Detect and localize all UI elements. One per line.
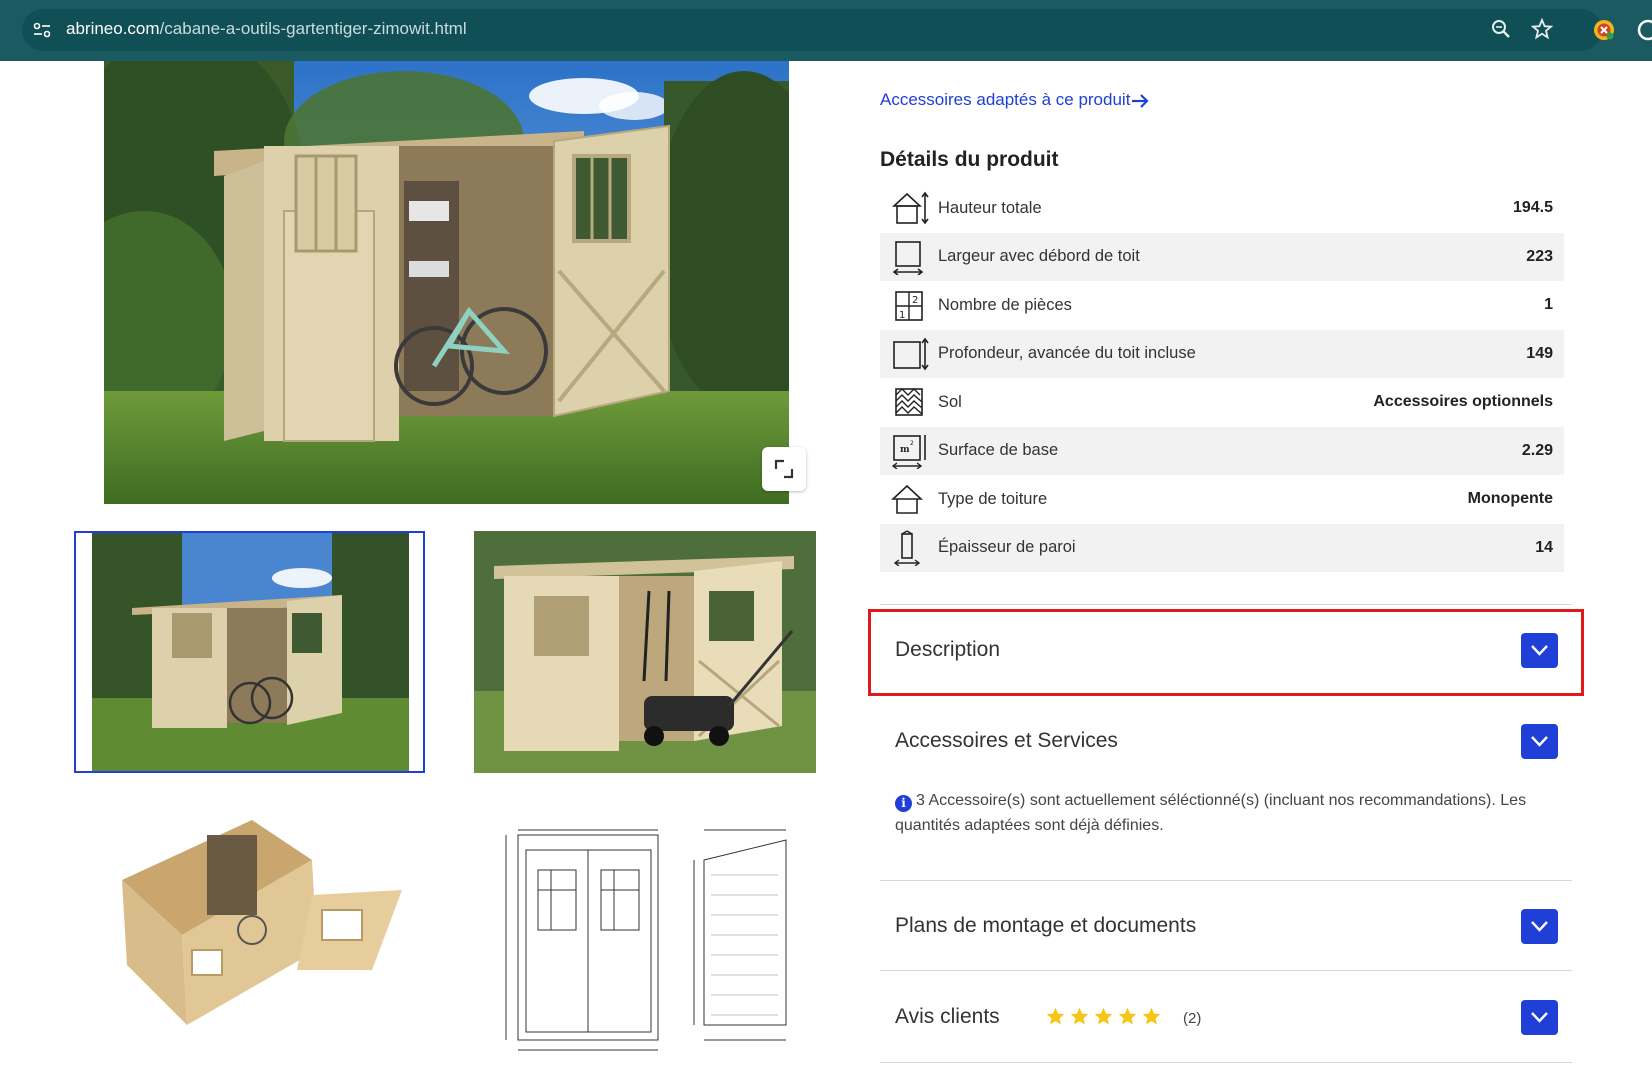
detail-value: 223 <box>1526 247 1553 265</box>
svg-text:2: 2 <box>910 440 914 447</box>
detail-label: Surface de base <box>938 441 1059 460</box>
arrow-right-icon[interactable] <box>1130 92 1150 110</box>
expand-image-button[interactable] <box>762 447 806 491</box>
accessories-info: i3 Accessoire(s) sont actuellement séléc… <box>895 788 1555 838</box>
review-count: (2) <box>1183 1010 1202 1027</box>
detail-row: Sol Accessoires optionnels <box>880 378 1564 427</box>
thumbnail-1-selected[interactable] <box>74 531 425 773</box>
svg-text:1: 1 <box>899 310 905 321</box>
wall-thickness-icon <box>893 530 921 566</box>
detail-value: Accessoires optionnels <box>1373 393 1553 411</box>
divider <box>880 604 1572 605</box>
detail-value: 1 <box>1544 296 1553 314</box>
chevron-down-icon <box>1531 1012 1548 1023</box>
detail-label: Profondeur, avancée du toit incluse <box>938 344 1196 363</box>
main-product-image[interactable] <box>104 61 789 504</box>
detail-value: Monopente <box>1467 490 1553 508</box>
accessories-info-text: 3 Accessoire(s) sont actuellement séléct… <box>895 792 1527 834</box>
plans-toggle-button[interactable] <box>1521 909 1558 944</box>
detail-label: Épaisseur de paroi <box>938 538 1076 557</box>
width-box-icon <box>892 240 924 275</box>
review-stars <box>1045 1006 1162 1028</box>
site-settings-icon[interactable] <box>32 20 52 40</box>
reviews-toggle-button[interactable] <box>1521 1000 1558 1035</box>
url-domain: abrineo.com <box>66 19 160 38</box>
svg-text:2: 2 <box>912 295 918 306</box>
area-m2-icon: m 2 <box>891 434 926 469</box>
detail-label: Sol <box>938 392 962 411</box>
star-icon <box>1070 1007 1089 1025</box>
accessories-toggle-button[interactable] <box>1521 724 1558 759</box>
star-icon <box>1118 1007 1137 1025</box>
divider <box>880 1062 1572 1063</box>
star-icon <box>1046 1007 1065 1025</box>
svg-text:m: m <box>900 445 910 455</box>
divider <box>880 880 1572 881</box>
detail-row: Hauteur totale 194.5 <box>880 184 1564 233</box>
thumbnail-4-technical-drawing[interactable] <box>466 815 822 1060</box>
star-icon <box>1094 1007 1113 1025</box>
thumbnail-2[interactable] <box>474 531 816 773</box>
detail-label: Nombre de pièces <box>938 295 1072 314</box>
detail-label: Hauteur totale <box>938 198 1042 217</box>
description-toggle-button[interactable] <box>1521 633 1558 668</box>
depth-box-icon <box>893 337 929 371</box>
divider <box>880 970 1572 971</box>
url-path: /cabane-a-outils-gartentiger-zimowit.htm… <box>159 19 467 38</box>
chevron-down-icon <box>1531 736 1548 747</box>
detail-row: Type de toiture Monopente <box>880 475 1564 524</box>
thumbnail-3[interactable] <box>92 800 422 1050</box>
detail-row: Largeur avec débord de toit 223 <box>880 232 1564 281</box>
description-section-title[interactable]: Description <box>895 638 1000 662</box>
roof-type-icon <box>890 485 924 515</box>
detail-row: m 2 Surface de base 2.29 <box>880 426 1564 475</box>
menu-icon[interactable] <box>1636 18 1652 42</box>
detail-row: 1 2 Nombre de pièces 1 <box>880 281 1564 330</box>
plans-section-title[interactable]: Plans de montage et documents <box>895 914 1196 938</box>
detail-value: 194.5 <box>1512 199 1553 217</box>
accessories-link[interactable]: Accessoires adaptés à ce produit <box>880 90 1130 110</box>
detail-value: 2.29 <box>1521 441 1553 459</box>
search-zoom-icon[interactable] <box>1490 18 1512 40</box>
star-icon <box>1142 1007 1161 1025</box>
chevron-down-icon <box>1531 645 1548 656</box>
product-details-title: Détails du produit <box>880 148 1059 171</box>
room-count-icon: 1 2 <box>895 291 923 321</box>
detail-value: 149 <box>1526 344 1553 362</box>
height-house-icon <box>891 191 929 225</box>
accessories-section-title[interactable]: Accessoires et Services <box>895 729 1118 753</box>
info-icon: i <box>895 795 912 812</box>
chevron-down-icon <box>1531 921 1548 932</box>
browser-toolbar: abrineo.com/cabane-a-outils-gartentiger-… <box>0 0 1652 61</box>
reviews-section-title[interactable]: Avis clients <box>895 1005 1000 1029</box>
url-text[interactable]: abrineo.com/cabane-a-outils-gartentiger-… <box>66 19 467 39</box>
bookmark-star-icon[interactable] <box>1530 17 1554 41</box>
product-details-table: Hauteur totale 194.5 Largeur avec débord… <box>880 184 1564 572</box>
extension-icon[interactable] <box>1592 18 1616 42</box>
detail-label: Largeur avec débord de toit <box>938 247 1140 266</box>
detail-value: 14 <box>1535 538 1553 556</box>
detail-label: Type de toiture <box>938 489 1048 508</box>
detail-row: Profondeur, avancée du toit incluse 149 <box>880 329 1564 378</box>
detail-row: Épaisseur de paroi 14 <box>880 523 1564 572</box>
floor-pattern-icon <box>895 388 923 417</box>
